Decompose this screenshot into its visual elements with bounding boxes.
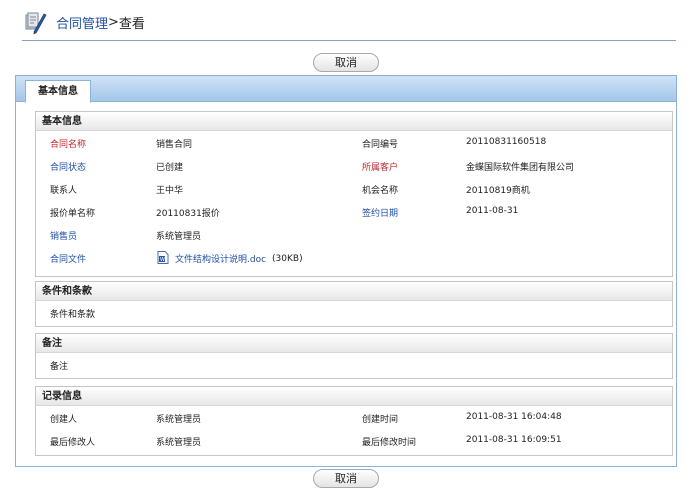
section-title: 记录信息: [36, 387, 672, 406]
info-row: 合同文件 W 文件结构设计说明.doc (30KB): [36, 246, 672, 269]
section-title: 条件和条款: [36, 282, 672, 301]
value-salesperson: 系统管理员: [156, 232, 202, 242]
word-doc-icon: W: [157, 251, 169, 264]
label-customer: 所属客户: [362, 163, 399, 173]
label-salesperson: 销售员: [50, 232, 78, 242]
record-row: 最后修改人 系统管理员 最后修改时间 2011-08-31 16:09:51: [36, 429, 672, 452]
value-opportunity: 20110819商机: [466, 186, 530, 196]
section-title: 备注: [36, 334, 672, 353]
value-created-by: 系统管理员: [156, 415, 202, 425]
label-contract-file: 合同文件: [50, 255, 87, 265]
section-record-info: 记录信息 创建人 系统管理员 创建时间 2011-08-31 16:04:48 …: [35, 386, 673, 456]
label-contract-name: 合同名称: [50, 140, 87, 150]
value-sign-date: 2011-08-31: [466, 206, 519, 216]
label-contact: 联系人: [50, 186, 78, 196]
info-row: 销售员 系统管理员: [36, 223, 672, 246]
page-header: 合同管理 > 查看: [22, 8, 682, 36]
svg-text:W: W: [160, 257, 165, 263]
cancel-button-top[interactable]: 取消: [313, 53, 379, 72]
label-sign-date: 签约日期: [362, 209, 399, 219]
terms-value: 条件和条款: [50, 310, 96, 320]
label-modified-time: 最后修改时间: [362, 438, 417, 448]
contract-file: W 文件结构设计说明.doc (30KB): [156, 251, 303, 265]
remarks-value: 备注: [50, 362, 69, 372]
value-contact: 王中华: [156, 186, 184, 196]
value-modified-by: 系统管理员: [156, 438, 202, 448]
info-row: 合同状态 已创建 所属客户 金蝶国际软件集团有限公司: [36, 154, 672, 177]
label-quote-name: 报价单名称: [50, 209, 96, 219]
section-basic-info: 基本信息 合同名称 销售合同 合同编号 20110831160518 合同状态 …: [35, 111, 673, 277]
terms-row: 条件和条款: [36, 301, 672, 323]
label-contract-status: 合同状态: [50, 163, 87, 173]
record-row: 创建人 系统管理员 创建时间 2011-08-31 16:04:48: [36, 406, 672, 429]
tab-basic-info[interactable]: 基本信息: [25, 80, 91, 103]
value-quote-name: 20110831报价: [156, 209, 220, 219]
cancel-button-bottom[interactable]: 取消: [313, 469, 379, 488]
remarks-row: 备注: [36, 353, 672, 375]
section-title: 基本信息: [36, 112, 672, 131]
contract-pen-icon: [25, 12, 47, 35]
label-modified-by: 最后修改人: [50, 438, 96, 448]
label-contract-number: 合同编号: [362, 140, 399, 150]
detail-panel: 基本信息 基本信息 合同名称 销售合同 合同编号 20110831160518 …: [15, 75, 677, 467]
value-contract-status: 已创建: [156, 163, 184, 173]
label-created-by: 创建人: [50, 415, 78, 425]
breadcrumb-contract-management[interactable]: 合同管理: [56, 13, 108, 32]
label-created-time: 创建时间: [362, 415, 399, 425]
breadcrumb-separator: >: [108, 14, 119, 30]
info-row: 报价单名称 20110831报价 签约日期 2011-08-31: [36, 200, 672, 223]
value-created-time: 2011-08-31 16:04:48: [466, 412, 562, 422]
value-modified-time: 2011-08-31 16:09:51: [466, 435, 562, 445]
breadcrumb-current: 查看: [118, 16, 145, 32]
value-contract-number: 20110831160518: [466, 137, 547, 147]
section-remarks: 备注 备注: [35, 333, 673, 379]
header-divider: [22, 40, 676, 41]
value-customer: 金蝶国际软件集团有限公司: [466, 163, 575, 173]
label-opportunity: 机会名称: [362, 186, 399, 196]
contract-file-size: (30KB): [272, 253, 303, 264]
info-row: 联系人 王中华 机会名称 20110819商机: [36, 177, 672, 200]
info-row: 合同名称 销售合同 合同编号 20110831160518: [36, 131, 672, 154]
section-terms: 条件和条款 条件和条款: [35, 281, 673, 327]
contract-file-link[interactable]: 文件结构设计说明.doc: [175, 252, 266, 265]
tab-bar: 基本信息: [16, 76, 676, 103]
value-contract-name: 销售合同: [156, 140, 193, 150]
